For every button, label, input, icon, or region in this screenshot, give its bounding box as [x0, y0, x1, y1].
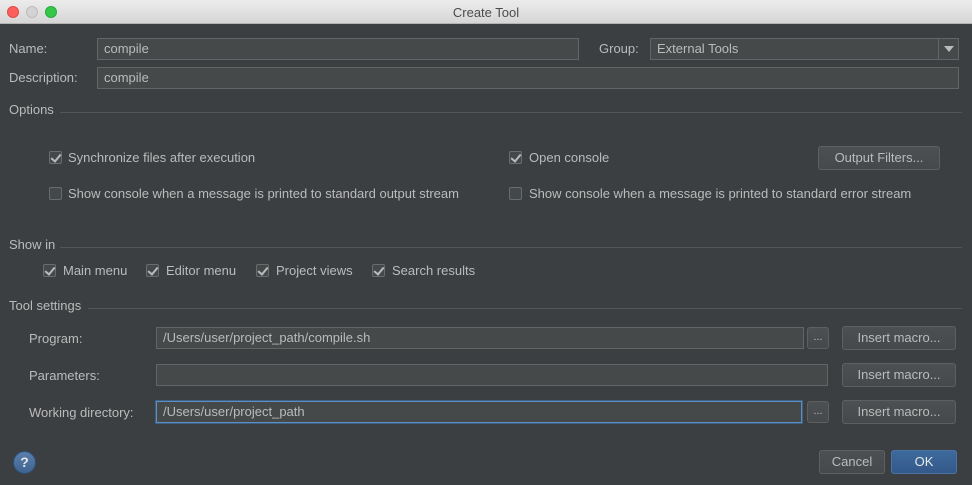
working-directory-label: Working directory:: [29, 405, 134, 420]
show-console-stdout-label: Show console when a message is printed t…: [68, 186, 459, 201]
search-results-label: Search results: [392, 263, 476, 278]
description-input[interactable]: compile: [97, 67, 959, 89]
show-console-stdout-checkbox[interactable]: [49, 187, 62, 200]
parameters-label: Parameters:: [29, 368, 100, 383]
open-console-label: Open console: [529, 150, 610, 165]
editor-menu-checkbox[interactable]: [146, 264, 159, 277]
working-directory-insert-macro-button[interactable]: Insert macro...: [842, 400, 956, 424]
project-views-checkbox[interactable]: [256, 264, 269, 277]
search-results-checkbox[interactable]: [372, 264, 385, 277]
name-label: Name:: [9, 41, 48, 56]
sync-files-label: Synchronize files after execution: [68, 150, 256, 165]
sync-files-checkbox[interactable]: [49, 151, 62, 164]
editor-menu-label: Editor menu: [166, 263, 237, 278]
show-console-stderr-label: Show console when a message is printed t…: [529, 186, 912, 201]
main-menu-checkbox[interactable]: [43, 264, 56, 277]
show-console-stderr-checkbox[interactable]: [509, 187, 522, 200]
cancel-button[interactable]: Cancel: [819, 450, 885, 474]
description-label: Description:: [9, 70, 78, 85]
show-in-separator: [60, 247, 962, 248]
program-insert-macro-button[interactable]: Insert macro...: [842, 326, 956, 350]
program-browse-button[interactable]: ...: [807, 327, 829, 349]
project-views-label: Project views: [276, 263, 353, 278]
group-dropdown[interactable]: External Tools: [650, 38, 959, 60]
output-filters-button[interactable]: Output Filters...: [818, 146, 940, 170]
program-label: Program:: [29, 331, 83, 346]
options-section-title: Options: [9, 102, 54, 117]
main-menu-label: Main menu: [63, 263, 128, 278]
program-input[interactable]: /Users/user/project_path/compile.sh: [156, 327, 804, 349]
working-directory-browse-button[interactable]: ...: [807, 401, 829, 423]
help-icon[interactable]: ?: [13, 451, 36, 474]
group-dropdown-value: External Tools: [657, 41, 739, 56]
ok-button[interactable]: OK: [891, 450, 957, 474]
title-bar: Create Tool: [0, 0, 972, 24]
show-in-section-title: Show in: [9, 237, 56, 252]
tool-settings-section-title: Tool settings: [9, 298, 82, 313]
parameters-input[interactable]: [156, 364, 828, 386]
options-separator: [60, 112, 962, 113]
tool-settings-separator: [88, 308, 962, 309]
working-directory-input[interactable]: /Users/user/project_path: [156, 401, 802, 423]
group-label: Group:: [599, 41, 639, 56]
chevron-down-icon[interactable]: [938, 39, 958, 59]
window-title: Create Tool: [452, 5, 520, 20]
open-console-checkbox[interactable]: [509, 151, 522, 164]
name-input[interactable]: compile: [97, 38, 579, 60]
parameters-insert-macro-button[interactable]: Insert macro...: [842, 363, 956, 387]
